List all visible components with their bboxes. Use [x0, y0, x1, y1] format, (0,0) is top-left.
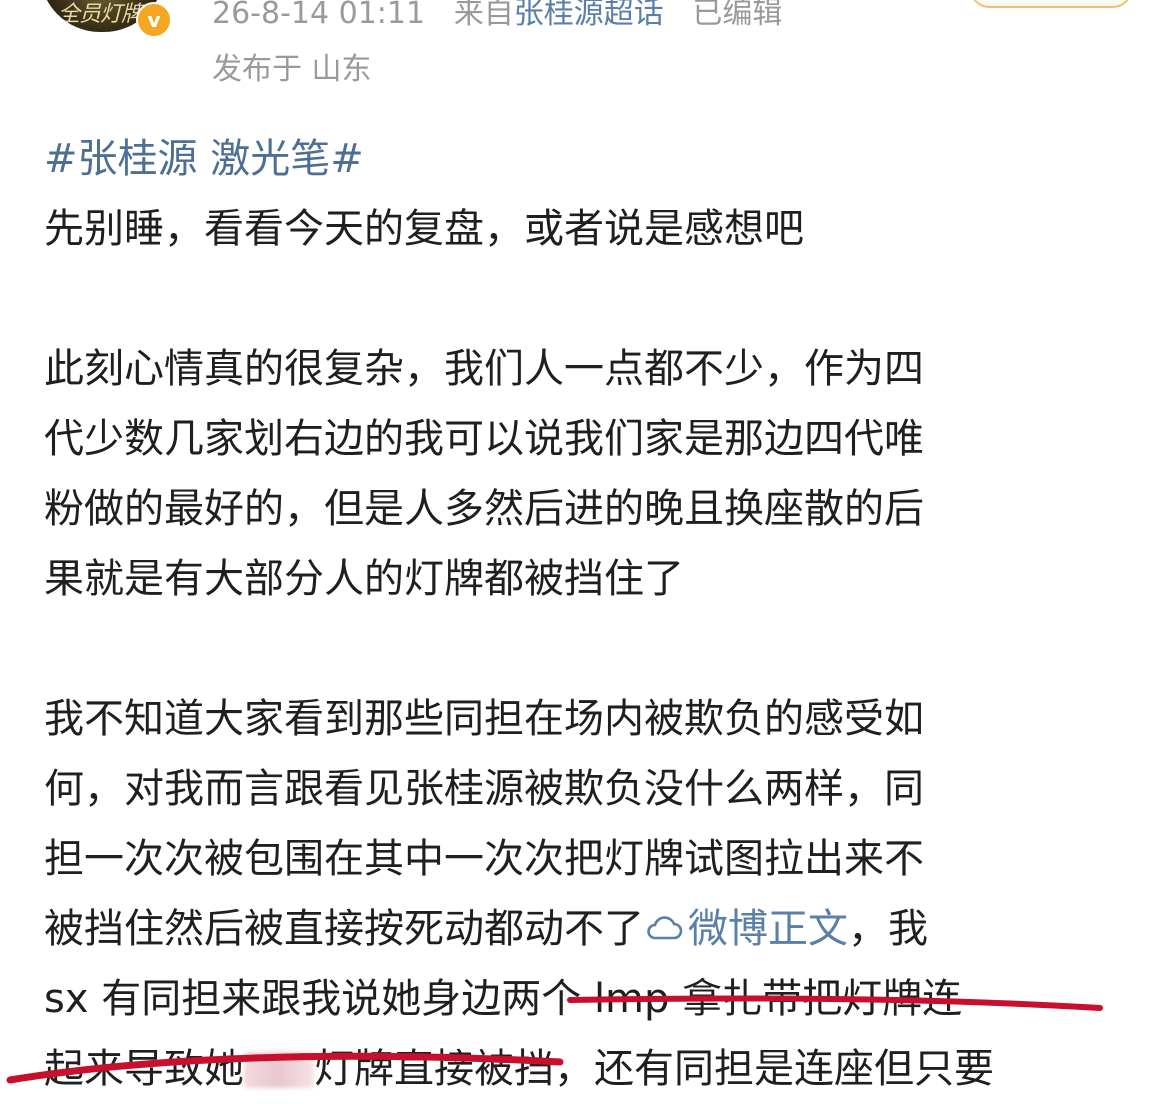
post-location: 发布于 山东: [212, 52, 372, 87]
post-text: 灯牌直接被挡: [314, 1046, 554, 1092]
cloud-icon: [647, 916, 683, 940]
post-line-with-link: 被挡住然后被直接按死动都动不了 微博正文，我: [44, 894, 1124, 964]
post-line: 何，对我而言跟看见张桂源被欺负没什么两样，同: [44, 766, 924, 812]
post-header: 全员灯牌 v 26-8-14 01:11 来自张桂源超话 已编辑 发布于 山东: [0, 0, 1158, 100]
post-text: ，还有同担是连座但只要: [554, 1046, 994, 1092]
post-time: 26-8-14 01:11: [212, 0, 426, 31]
full-text-link-label: 微博正文: [688, 906, 848, 952]
post-text: ，我: [848, 906, 928, 952]
post-line: 我不知道大家看到那些同担在场内被欺负的感受如: [44, 696, 924, 742]
avatar-logo-text: 全员灯牌: [58, 2, 143, 27]
post-line: 果就是有大部分人的灯牌都被挡住了: [44, 556, 684, 602]
redacted-blur: [244, 1052, 314, 1088]
source-link[interactable]: 张桂源超话: [514, 0, 664, 31]
verified-badge-icon: v: [136, 2, 172, 38]
post-line: 担一次次被包围在其中一次次把灯牌试图拉出来不: [44, 836, 924, 882]
post-line: sx 有同担来跟我说她身边两个 lmp 拿扎带把灯牌连: [44, 976, 963, 1022]
post-meta: 26-8-14 01:11 来自张桂源超话 已编辑: [212, 0, 782, 32]
post-line: 代少数几家划右边的我可以说我们家是那边四代唯: [44, 416, 924, 462]
post-text: 被挡住然后被直接按死动都动不了: [44, 906, 644, 952]
post-line: 此刻心情真的很复杂，我们人一点都不少，作为四: [44, 346, 924, 392]
from-prefix: 来自: [453, 0, 514, 31]
edited-label[interactable]: 已编辑: [692, 0, 782, 31]
full-text-link[interactable]: 微博正文: [644, 906, 848, 952]
hashtag-link[interactable]: #张桂源 激光笔#: [44, 136, 364, 182]
post-line: 先别睡，看看今天的复盘，或者说是感想吧: [44, 206, 804, 252]
post-body: #张桂源 激光笔# 先别睡，看看今天的复盘，或者说是感想吧 此刻心情真的很复杂，…: [44, 124, 1124, 1104]
post-line: 粉做的最好的，但是人多然后进的晚且换座散的后: [44, 486, 924, 532]
post-text: 起来导致她: [44, 1046, 244, 1092]
follow-button[interactable]: [970, 0, 1132, 8]
post-line-redacted: 起来导致她 灯牌直接被挡，还有同担是连座但只要: [44, 1034, 1124, 1104]
